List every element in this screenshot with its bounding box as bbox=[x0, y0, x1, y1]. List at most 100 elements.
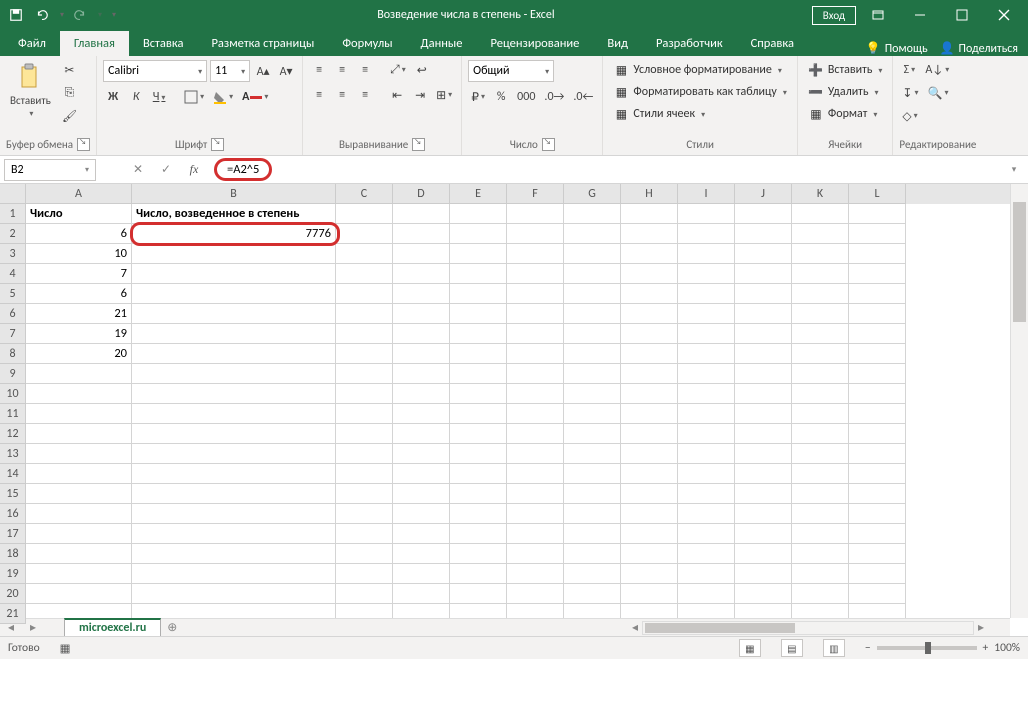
cell[interactable] bbox=[792, 244, 849, 264]
decrease-decimal-icon[interactable]: .0← bbox=[570, 87, 596, 107]
cell[interactable] bbox=[621, 604, 678, 618]
conditional-formatting-button[interactable]: ▦Условное форматирование bbox=[609, 60, 785, 80]
align-right-icon[interactable]: ≡ bbox=[355, 85, 375, 105]
zoom-level[interactable]: 100% bbox=[994, 641, 1020, 655]
cell[interactable] bbox=[26, 444, 132, 464]
cell[interactable] bbox=[393, 364, 450, 384]
wrap-text-icon[interactable]: ↩ bbox=[412, 60, 432, 80]
cell[interactable] bbox=[849, 244, 906, 264]
row-header[interactable]: 12 bbox=[0, 424, 26, 444]
row-header[interactable]: 11 bbox=[0, 404, 26, 424]
cell[interactable] bbox=[735, 404, 792, 424]
cell[interactable] bbox=[735, 564, 792, 584]
increase-decimal-icon[interactable]: .0→ bbox=[541, 87, 567, 107]
cell[interactable] bbox=[564, 284, 621, 304]
cell[interactable] bbox=[507, 524, 564, 544]
column-header[interactable]: L bbox=[849, 184, 906, 204]
column-header[interactable]: A bbox=[26, 184, 132, 204]
column-header[interactable]: B bbox=[132, 184, 336, 204]
cell[interactable] bbox=[564, 304, 621, 324]
cell[interactable] bbox=[393, 284, 450, 304]
cell[interactable] bbox=[678, 344, 735, 364]
cell[interactable]: 7776 bbox=[132, 224, 336, 244]
cell[interactable] bbox=[336, 384, 393, 404]
cell[interactable] bbox=[849, 364, 906, 384]
cell[interactable] bbox=[450, 204, 507, 224]
cell[interactable] bbox=[849, 204, 906, 224]
cell[interactable] bbox=[678, 264, 735, 284]
ribbon-display-icon[interactable] bbox=[858, 1, 898, 29]
redo-icon[interactable] bbox=[68, 3, 92, 27]
cell[interactable] bbox=[450, 504, 507, 524]
cell[interactable] bbox=[792, 284, 849, 304]
cell[interactable] bbox=[678, 324, 735, 344]
close-icon[interactable] bbox=[984, 1, 1024, 29]
cell[interactable] bbox=[132, 404, 336, 424]
cell[interactable] bbox=[507, 444, 564, 464]
cell[interactable] bbox=[393, 264, 450, 284]
cell[interactable] bbox=[132, 364, 336, 384]
cell[interactable] bbox=[792, 304, 849, 324]
comma-format-icon[interactable]: 000 bbox=[514, 87, 538, 107]
cell[interactable] bbox=[792, 604, 849, 618]
cell[interactable] bbox=[393, 404, 450, 424]
row-header[interactable]: 3 bbox=[0, 244, 26, 264]
cell[interactable] bbox=[735, 464, 792, 484]
cell[interactable] bbox=[621, 484, 678, 504]
row-header[interactable]: 15 bbox=[0, 484, 26, 504]
row-header[interactable]: 7 bbox=[0, 324, 26, 344]
cell[interactable] bbox=[393, 244, 450, 264]
cell[interactable] bbox=[564, 324, 621, 344]
cancel-formula-icon[interactable]: ✕ bbox=[125, 159, 151, 181]
cell[interactable] bbox=[507, 564, 564, 584]
cell[interactable] bbox=[678, 524, 735, 544]
cell[interactable] bbox=[393, 204, 450, 224]
cell[interactable] bbox=[792, 384, 849, 404]
cell[interactable] bbox=[393, 504, 450, 524]
cell[interactable] bbox=[735, 244, 792, 264]
cell[interactable] bbox=[564, 584, 621, 604]
format-painter-icon[interactable]: 🖌 bbox=[59, 106, 80, 126]
cell[interactable] bbox=[849, 564, 906, 584]
column-header[interactable]: I bbox=[678, 184, 735, 204]
cell[interactable] bbox=[507, 504, 564, 524]
cell[interactable] bbox=[336, 344, 393, 364]
cell-grid[interactable]: ЧислоЧисло, возведенное в степень6777610… bbox=[26, 204, 1010, 618]
align-bottom-icon[interactable]: ≡ bbox=[355, 60, 375, 80]
cell[interactable]: 6 bbox=[26, 224, 132, 244]
cell[interactable] bbox=[132, 604, 336, 618]
cell[interactable] bbox=[678, 304, 735, 324]
cell[interactable]: 10 bbox=[26, 244, 132, 264]
cell[interactable] bbox=[336, 224, 393, 244]
cell[interactable] bbox=[621, 364, 678, 384]
cell[interactable] bbox=[678, 484, 735, 504]
cell[interactable] bbox=[792, 404, 849, 424]
row-header[interactable]: 5 bbox=[0, 284, 26, 304]
undo-dropdown[interactable] bbox=[56, 3, 66, 27]
cell[interactable] bbox=[849, 544, 906, 564]
cell[interactable] bbox=[507, 264, 564, 284]
cell[interactable] bbox=[564, 244, 621, 264]
increase-indent-icon[interactable]: ⇥ bbox=[410, 85, 430, 105]
cell[interactable] bbox=[621, 564, 678, 584]
zoom-slider[interactable] bbox=[877, 646, 977, 650]
cell[interactable] bbox=[678, 584, 735, 604]
cell[interactable] bbox=[564, 604, 621, 618]
cell[interactable] bbox=[564, 424, 621, 444]
tab-insert[interactable]: Вставка bbox=[129, 31, 198, 56]
cell[interactable]: Число bbox=[26, 204, 132, 224]
cell[interactable] bbox=[132, 384, 336, 404]
cell[interactable] bbox=[735, 384, 792, 404]
name-box[interactable]: B2▾ bbox=[4, 159, 96, 181]
cell[interactable] bbox=[26, 404, 132, 424]
cell[interactable] bbox=[336, 544, 393, 564]
cell[interactable] bbox=[336, 444, 393, 464]
cell[interactable] bbox=[792, 504, 849, 524]
cell[interactable] bbox=[621, 344, 678, 364]
row-header[interactable]: 4 bbox=[0, 264, 26, 284]
tab-help[interactable]: Справка bbox=[737, 31, 808, 56]
dialog-launcher[interactable] bbox=[211, 138, 224, 151]
delete-cells-button[interactable]: ➖Удалить bbox=[804, 82, 883, 102]
cell[interactable] bbox=[564, 224, 621, 244]
cell[interactable] bbox=[735, 484, 792, 504]
